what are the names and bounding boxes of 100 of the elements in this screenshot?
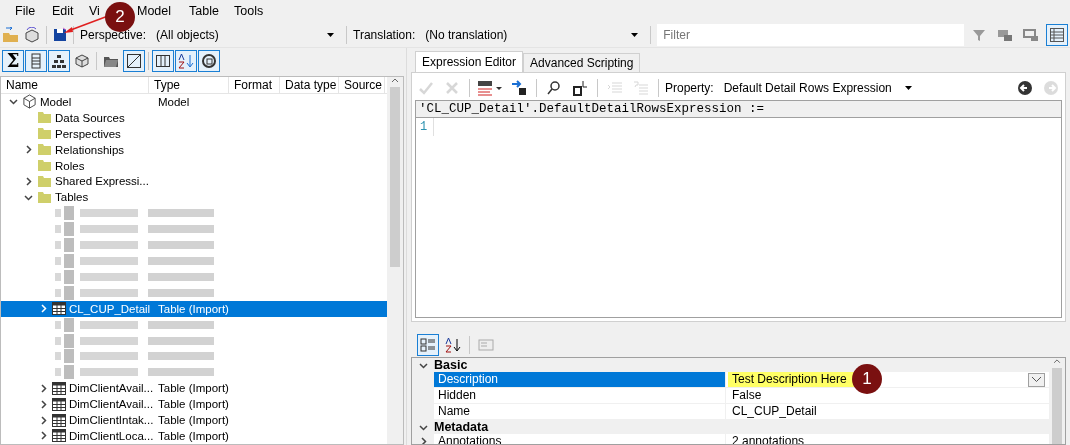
collapse-chevron-icon[interactable] (23, 192, 33, 202)
tree-row[interactable]: DimClientAvail... Table (Import) (1, 396, 387, 413)
categorized-icon (420, 337, 436, 353)
search-icon (546, 80, 562, 96)
folder-icon (37, 190, 52, 204)
expand-chevron-icon[interactable] (23, 145, 33, 155)
tree-toolbar-button[interactable] (48, 50, 70, 72)
category-name: Basic (434, 358, 468, 372)
rows-icon (28, 53, 44, 69)
tree-row[interactable]: Roles (1, 157, 387, 174)
item-name: Tables (55, 191, 89, 204)
tree-row[interactable]: CL_CUP_Detail Table (Import) (1, 300, 387, 317)
expand-chevron-icon[interactable] (38, 304, 48, 314)
column-header[interactable]: Name (1, 77, 149, 93)
expand-chevron-icon[interactable] (38, 383, 48, 393)
item-name: Perspectives (55, 127, 121, 140)
menu-item[interactable]: Table (189, 4, 219, 18)
property-view-button[interactable] (417, 334, 439, 356)
uncomment-icon (633, 80, 649, 96)
save-icon[interactable] (53, 27, 67, 42)
category-name: Metadata (434, 420, 489, 434)
tree-toolbar-button[interactable]: Σ (2, 50, 24, 72)
step-badge: 2 (105, 2, 135, 32)
view-button[interactable] (1046, 23, 1068, 46)
item-type: Table (Import) (158, 398, 229, 411)
tree-toolbar-button[interactable] (123, 50, 145, 72)
tree-row[interactable]: Relationships (1, 141, 387, 158)
menu-item[interactable]: Edit (52, 4, 74, 18)
table-icon (52, 302, 66, 316)
dropdown-arrow-icon (904, 86, 912, 90)
dropdown-arrow-icon (631, 32, 639, 37)
tree-row[interactable]: Data Sources (1, 109, 387, 126)
close-icon (444, 80, 460, 96)
menu-item[interactable]: Vi (89, 4, 100, 18)
line-number: 1 (416, 118, 434, 136)
dropdown-button[interactable] (1028, 372, 1045, 387)
cube-refresh-icon[interactable] (24, 26, 40, 43)
tree-row[interactable]: Perspectives (1, 125, 387, 142)
list-icon (1049, 26, 1065, 43)
expand-chevron-icon[interactable] (23, 177, 33, 186)
property-value[interactable]: Test Description Here (728, 372, 856, 387)
scrollbar[interactable] (387, 77, 403, 444)
hierarchy-icon (51, 53, 67, 69)
expand-chevron-icon[interactable] (38, 399, 48, 409)
expand-chevron-icon[interactable] (38, 431, 48, 441)
column-header[interactable]: Type (149, 77, 229, 93)
item-name: Data Sources (55, 111, 125, 124)
scroll-up-icon[interactable] (391, 77, 399, 85)
check-icon (418, 80, 434, 96)
table-icon (52, 413, 66, 427)
tree-row[interactable]: Shared Expressi... (1, 173, 387, 190)
item-name: Shared Expressi... (55, 175, 149, 188)
column-header[interactable]: Source (339, 77, 385, 93)
table-icon (52, 397, 66, 411)
cube-icon (22, 94, 37, 110)
translation-label: Translation: (353, 27, 416, 42)
item-name: Roles (55, 159, 85, 172)
expand-chevron-icon[interactable] (418, 437, 428, 444)
forward-icon (1043, 80, 1059, 96)
tree-row[interactable]: Model Model (1, 94, 387, 110)
filter-field[interactable]: Filter (657, 23, 964, 46)
tab[interactable]: Expression Editor (415, 51, 524, 72)
property-value: False (731, 388, 763, 403)
property-value: CL_CUP_Detail (731, 404, 818, 419)
tree-row[interactable]: Tables (1, 189, 387, 206)
replace-icon (572, 80, 588, 96)
menu-item[interactable]: Tools (234, 4, 264, 18)
property-name[interactable]: Description (434, 372, 726, 387)
column-header[interactable]: Data type (280, 77, 339, 93)
collapse-chevron-icon[interactable] (418, 422, 428, 432)
tree-row[interactable]: DimClientAvail... Table (Import) (1, 380, 387, 397)
tree-toolbar-button[interactable] (198, 50, 220, 72)
tree-row[interactable]: DimClientIntak... Table (Import) (1, 412, 387, 429)
tab[interactable]: Advanced Scripting (523, 53, 641, 72)
tree-row[interactable]: DimClientLoca... Table (Import) (1, 428, 387, 444)
menu-item[interactable]: File (15, 4, 36, 18)
item-name: DimClientAvail... (69, 382, 154, 395)
scroll-up-icon[interactable] (1053, 358, 1061, 366)
item-type: Model (158, 95, 190, 108)
collapse-chevron-icon[interactable] (8, 97, 18, 107)
folder-icon (37, 111, 52, 125)
sort-icon (178, 53, 194, 69)
folder-icon (37, 127, 52, 141)
expand-chevron-icon[interactable] (38, 415, 48, 425)
item-type: Table (Import) (158, 302, 229, 315)
chevron-down-icon (1032, 377, 1041, 382)
column-header[interactable]: Format (229, 77, 280, 93)
circle-icon (201, 53, 217, 69)
code-editor[interactable]: 1 (415, 118, 1062, 318)
item-name: DimClientAvail... (69, 398, 154, 411)
menu-item[interactable]: Model (137, 4, 172, 18)
tree-toolbar-button[interactable] (25, 50, 47, 72)
screen-icon (1023, 26, 1039, 43)
property-label: Property: (665, 81, 714, 95)
tree-toolbar-button[interactable] (152, 50, 174, 72)
collapse-chevron-icon[interactable] (418, 360, 428, 370)
item-name: Model (40, 95, 72, 108)
item-name: DimClientIntak... (69, 414, 154, 427)
scrollbar[interactable] (1049, 358, 1065, 444)
columns-icon (155, 53, 171, 69)
